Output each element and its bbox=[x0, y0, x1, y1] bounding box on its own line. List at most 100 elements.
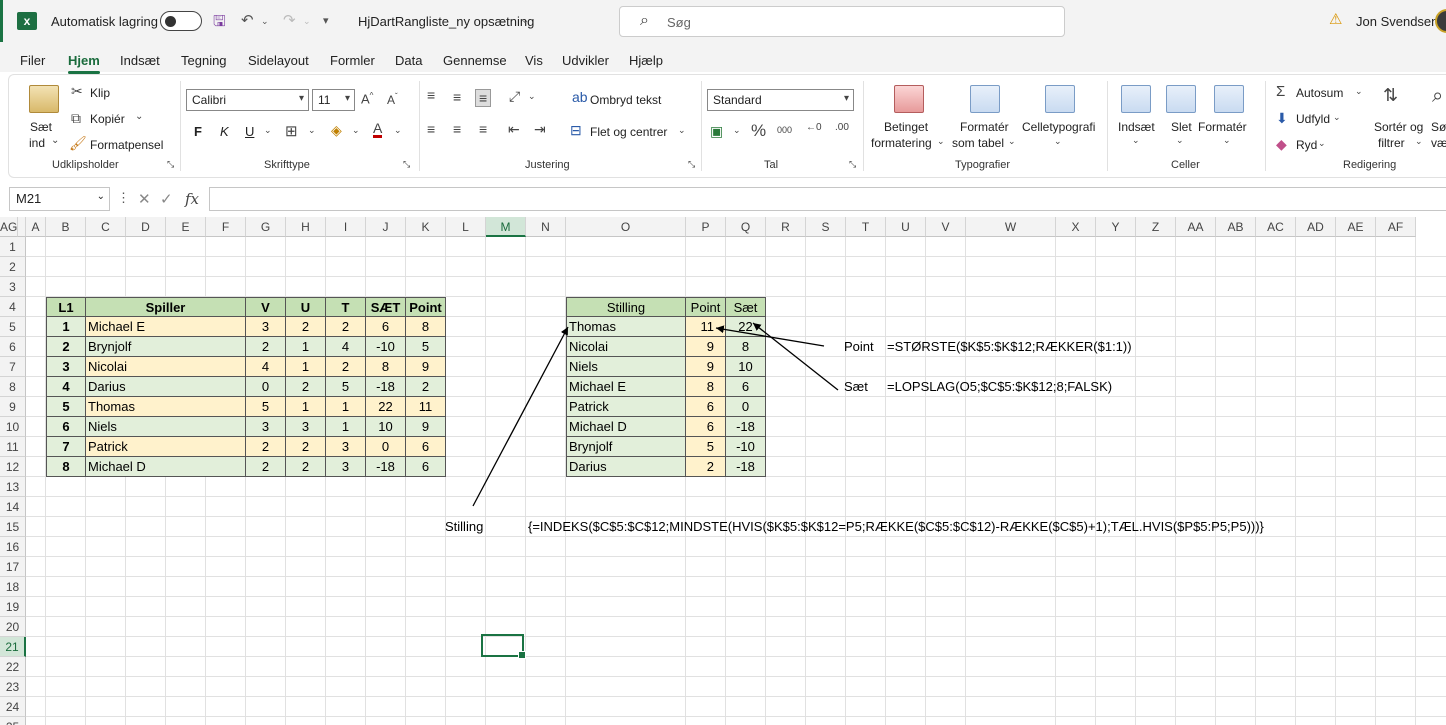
sort-filter-label[interactable]: Sortér og bbox=[1374, 120, 1423, 134]
align-right-icon[interactable]: ≡ bbox=[479, 121, 487, 137]
orientation-dropdown-icon[interactable]: ⌄ bbox=[528, 91, 536, 102]
cell-styles-dropdown-icon[interactable]: ⌄ bbox=[1054, 136, 1062, 147]
decrease-decimal-icon[interactable]: .00 bbox=[835, 122, 849, 133]
orientation-icon[interactable]: ⤢ bbox=[509, 88, 520, 105]
autosum-icon[interactable]: Σ bbox=[1276, 83, 1285, 100]
font-size-select[interactable]: 11 ▾ bbox=[312, 89, 355, 111]
paste-label[interactable]: Sæt bbox=[30, 120, 52, 134]
delete-dropdown-icon[interactable]: ⌄ bbox=[1176, 135, 1184, 146]
format-table-icon[interactable] bbox=[970, 85, 1000, 113]
clear-button[interactable]: Ryd bbox=[1296, 138, 1317, 152]
paste-label-2[interactable]: ind bbox=[29, 136, 45, 150]
fill-button[interactable]: Udfyld bbox=[1296, 112, 1330, 126]
find-label-2[interactable]: væ bbox=[1431, 136, 1446, 150]
alignment-launcher-icon[interactable]: ⤡ bbox=[688, 159, 695, 170]
clear-icon[interactable]: ◆ bbox=[1276, 136, 1287, 153]
title-chevron-down-icon[interactable]: ⌄ bbox=[521, 15, 529, 26]
save-icon[interactable]: 🖫 bbox=[213, 11, 226, 36]
sort-filter-dropdown-icon[interactable]: ⌄ bbox=[1415, 136, 1423, 147]
wrap-text-button[interactable]: Ombryd tekst bbox=[590, 93, 661, 107]
tab-indsaet[interactable]: Indsæt bbox=[120, 53, 160, 68]
conditional-format-label-2[interactable]: formatering bbox=[871, 136, 932, 150]
merge-center-button[interactable]: Flet og centrer bbox=[590, 125, 667, 139]
tab-formler[interactable]: Formler bbox=[330, 53, 375, 68]
format-dropdown-icon[interactable]: ⌄ bbox=[1223, 135, 1231, 146]
undo-dropdown-icon[interactable]: ⌄ bbox=[261, 16, 269, 27]
format-cells-button[interactable]: Formatér bbox=[1198, 120, 1247, 134]
cut-button[interactable]: Klip bbox=[90, 86, 110, 100]
tab-tegning[interactable]: Tegning bbox=[181, 53, 227, 68]
avatar[interactable] bbox=[1435, 9, 1446, 33]
bold-button[interactable]: F bbox=[194, 124, 202, 139]
redo-dropdown-icon[interactable]: ⌄ bbox=[303, 16, 311, 27]
paste-dropdown-icon[interactable]: ⌄ bbox=[51, 135, 59, 146]
copy-dropdown-icon[interactable]: ⌄ bbox=[135, 111, 143, 122]
delete-cells-button[interactable]: Slet bbox=[1171, 120, 1192, 134]
cut-icon[interactable]: ✂ bbox=[71, 83, 83, 100]
tab-filer[interactable]: Filer bbox=[20, 53, 45, 68]
percent-icon[interactable]: % bbox=[751, 121, 766, 141]
tab-data[interactable]: Data bbox=[395, 53, 422, 68]
format-painter-button[interactable]: Formatpensel bbox=[90, 138, 163, 152]
name-box[interactable]: M21 ⌄ bbox=[9, 187, 110, 211]
decrease-indent-icon[interactable]: ⇤ bbox=[508, 121, 520, 138]
font-color-dropdown-icon[interactable]: ⌄ bbox=[394, 125, 402, 136]
autosave-toggle[interactable] bbox=[160, 11, 202, 31]
merge-center-icon[interactable]: ⊟ bbox=[570, 122, 582, 139]
copy-button[interactable]: Kopiér bbox=[90, 112, 125, 126]
more-icon[interactable]: ⋮ bbox=[117, 190, 130, 206]
increase-font-icon[interactable]: A^ bbox=[361, 91, 373, 106]
font-name-select[interactable]: Calibri ▾ bbox=[186, 89, 309, 111]
align-middle-icon[interactable]: ≡ bbox=[453, 89, 461, 105]
font-color-icon[interactable]: A bbox=[373, 121, 383, 138]
paste-icon[interactable] bbox=[29, 85, 59, 113]
align-top-icon[interactable]: ≡ bbox=[427, 87, 435, 103]
format-table-dropdown-icon[interactable]: ⌄ bbox=[1008, 136, 1016, 147]
warning-icon[interactable]: ⚠ bbox=[1329, 10, 1342, 28]
tab-vis[interactable]: Vis bbox=[525, 53, 543, 68]
underline-dropdown-icon[interactable]: ⌄ bbox=[264, 125, 272, 136]
fill-color-dropdown-icon[interactable]: ⌄ bbox=[352, 125, 360, 136]
conditional-format-dropdown-icon[interactable]: ⌄ bbox=[937, 136, 945, 147]
user-name[interactable]: Jon Svendsen bbox=[1356, 14, 1438, 29]
borders-dropdown-icon[interactable]: ⌄ bbox=[308, 125, 316, 136]
fill-color-icon[interactable]: ◈ bbox=[331, 122, 342, 139]
clipboard-launcher-icon[interactable]: ⤡ bbox=[167, 159, 174, 170]
conditional-format-icon[interactable] bbox=[894, 85, 924, 113]
decrease-font-icon[interactable]: Aˇ bbox=[387, 92, 398, 107]
merge-dropdown-icon[interactable]: ⌄ bbox=[678, 125, 686, 136]
formula-input[interactable] bbox=[209, 187, 1446, 211]
font-launcher-icon[interactable]: ⤡ bbox=[403, 159, 410, 170]
tab-sidelayout[interactable]: Sidelayout bbox=[248, 53, 309, 68]
enter-icon[interactable]: ✓ bbox=[160, 190, 173, 208]
search-box[interactable]: ⌕ Søg bbox=[619, 6, 1065, 37]
tab-gennemse[interactable]: Gennemse bbox=[443, 53, 507, 68]
format-painter-icon[interactable]: 🖌 bbox=[69, 135, 87, 152]
fill-icon[interactable]: ⬇ bbox=[1276, 110, 1288, 127]
accounting-dropdown-icon[interactable]: ⌄ bbox=[733, 125, 741, 136]
delete-cells-icon[interactable] bbox=[1166, 85, 1196, 113]
borders-icon[interactable]: ⊞ bbox=[285, 122, 298, 140]
undo-icon[interactable]: ↶ bbox=[241, 11, 254, 29]
underline-button[interactable]: U bbox=[245, 124, 254, 139]
format-cells-icon[interactable] bbox=[1214, 85, 1244, 113]
selected-cell-M21[interactable] bbox=[481, 634, 526, 659]
sort-filter-label-2[interactable]: filtrer bbox=[1378, 136, 1405, 150]
number-launcher-icon[interactable]: ⤡ bbox=[849, 159, 856, 170]
tab-hjem[interactable]: Hjem bbox=[68, 53, 100, 74]
thousands-icon[interactable]: 000 bbox=[777, 125, 792, 135]
cell-styles-icon[interactable] bbox=[1045, 85, 1075, 113]
fill-dropdown-icon[interactable]: ⌄ bbox=[1333, 112, 1341, 123]
redo-icon[interactable]: ↷ bbox=[283, 11, 296, 29]
align-left-icon[interactable]: ≡ bbox=[427, 121, 435, 137]
clear-dropdown-icon[interactable]: ⌄ bbox=[1318, 138, 1326, 149]
document-title[interactable]: HjDartRangliste_ny opsætning bbox=[358, 14, 534, 29]
number-format-select[interactable]: Standard ▾ bbox=[707, 89, 854, 111]
format-table-label[interactable]: Formatér bbox=[960, 120, 1009, 134]
increase-indent-icon[interactable]: ⇥ bbox=[534, 121, 546, 138]
customize-toolbar-icon[interactable]: ▾ bbox=[323, 14, 329, 27]
insert-cells-icon[interactable] bbox=[1121, 85, 1151, 113]
copy-icon[interactable]: ⧉ bbox=[71, 110, 81, 127]
worksheet-grid[interactable]: A B C D E F G H I J K L M N O P Q R S T U V W X Y Z AA AB AC AD AE AF AG… bbox=[0, 217, 1446, 725]
align-center-icon[interactable]: ≡ bbox=[453, 121, 461, 137]
